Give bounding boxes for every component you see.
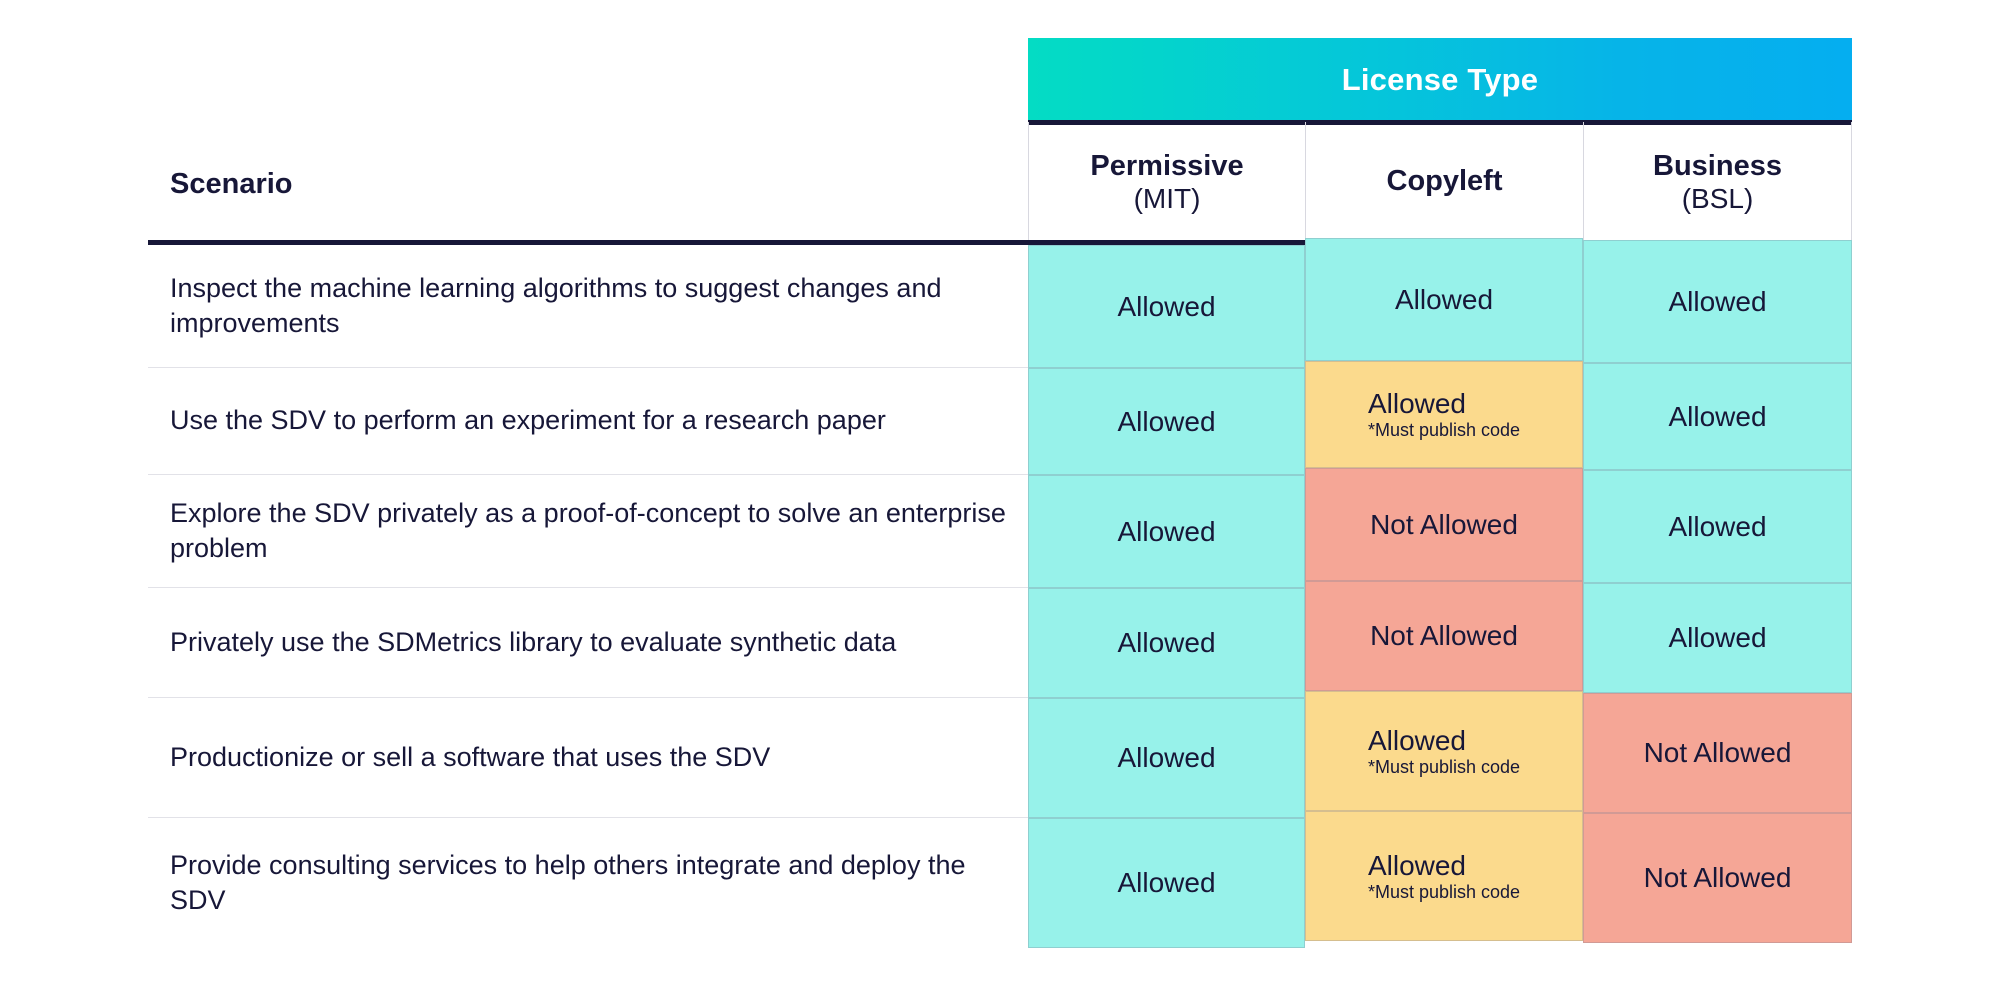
license-type-banner-label: License Type [1341,61,1539,97]
verdict-note: *Must publish code [1367,881,1521,902]
verdict-label: Allowed [1668,400,1767,432]
scenario-text: Inspect the machine learning algorithms … [170,272,942,338]
verdict-cell: Allowed [1583,470,1852,583]
column-header-business-name: Business [1653,149,1782,182]
verdict-cell: Allowed [1305,238,1583,361]
verdict-label: Not Allowed [1643,737,1792,769]
verdict-label: Allowed [1117,290,1216,322]
scenario-text: Explore the SDV privately as a proof-of-… [170,497,1006,563]
verdict-content: Not Allowed [1644,736,1792,769]
verdict-content: Allowed [1117,741,1215,774]
verdict-cell: Allowed [1583,363,1852,470]
verdict-content: Allowed [1117,866,1215,899]
verdict-content: Not Allowed [1644,861,1792,894]
verdict-cell: Not Allowed [1583,813,1852,943]
verdict-cell: Allowed [1583,240,1852,363]
scenario-text: Use the SDV to perform an experiment for… [170,405,886,436]
scenario-cell: Use the SDV to perform an experiment for… [148,368,1028,475]
license-comparison-table: License Type Scenario Permissive (MIT) C… [0,0,2000,1000]
verdict-cell: Allowed *Must publish code [1305,691,1583,811]
scenario-text: Privately use the SDMetrics library to e… [170,626,897,657]
verdict-content: Not Allowed [1370,619,1518,652]
verdict-label: Allowed [1117,515,1216,547]
verdict-label: Not Allowed [1370,508,1518,540]
column-header-copyleft-name: Copyleft [1386,165,1503,198]
verdict-label: Allowed [1668,622,1767,654]
verdict-cell: Allowed [1028,588,1305,698]
verdict-cell: Allowed [1583,583,1852,693]
verdict-content: Allowed [1117,405,1215,438]
verdict-cell: Allowed [1028,368,1305,475]
verdict-cell: Not Allowed [1583,693,1852,813]
verdict-label: Allowed [1394,283,1494,315]
column-header-permissive: Permissive (MIT) [1028,122,1305,242]
verdict-cell: Not Allowed [1305,468,1583,581]
column-header-permissive-name: Permissive [1090,149,1244,182]
verdict-content: Allowed [1117,290,1215,323]
verdict-label: Not Allowed [1370,620,1518,652]
verdict-content: Not Allowed [1370,508,1518,541]
scenario-cell: Privately use the SDMetrics library to e… [148,588,1028,698]
verdict-content: Allowed *Must publish code [1368,387,1520,441]
verdict-content: Allowed [1117,626,1215,659]
license-type-banner: License Type [1028,38,1852,120]
column-header-copyleft: Copyleft [1305,122,1583,242]
verdict-cell: Allowed [1028,818,1305,948]
verdict-label: Allowed [1117,627,1216,659]
scenario-cell: Inspect the machine learning algorithms … [148,245,1028,368]
verdict-content: Allowed [1668,621,1766,654]
verdict-cell: Allowed [1028,475,1305,588]
scenario-column-header: Scenario [170,168,293,200]
verdict-content: Allowed [1668,510,1766,543]
verdict-label: Allowed [1668,285,1767,317]
verdict-cell: Not Allowed [1305,581,1583,691]
scenario-text: Provide consulting services to help othe… [170,849,966,915]
verdict-label: Allowed [1117,405,1216,437]
verdict-content: Allowed *Must publish code [1368,849,1520,903]
verdict-label: Allowed [1668,510,1767,542]
verdict-cell: Allowed *Must publish code [1305,361,1583,468]
verdict-label: Allowed [1367,388,1467,420]
verdict-content: Allowed *Must publish code [1368,724,1520,778]
verdict-content: Allowed [1668,400,1766,433]
verdict-label: Allowed [1117,742,1216,774]
column-header-business-sub: (BSL) [1681,182,1754,214]
verdict-content: Allowed [1395,283,1493,316]
scenario-text: Productionize or sell a software that us… [170,741,771,772]
verdict-label: Not Allowed [1643,862,1792,894]
scenario-cell: Provide consulting services to help othe… [148,818,1028,948]
verdict-content: Allowed [1117,515,1215,548]
scenario-cell: Productionize or sell a software that us… [148,698,1028,818]
verdict-cell: Allowed *Must publish code [1305,811,1583,941]
verdict-content: Allowed [1668,285,1766,318]
column-header-business: Business (BSL) [1583,122,1852,242]
scenario-cell: Explore the SDV privately as a proof-of-… [148,475,1028,588]
column-header-permissive-sub: (MIT) [1133,182,1201,214]
verdict-label: Allowed [1367,849,1467,881]
verdict-label: Allowed [1367,724,1467,756]
verdict-note: *Must publish code [1367,420,1521,441]
verdict-cell: Allowed [1028,698,1305,818]
verdict-note: *Must publish code [1367,756,1521,777]
verdict-label: Allowed [1117,867,1216,899]
verdict-cell: Allowed [1028,245,1305,368]
